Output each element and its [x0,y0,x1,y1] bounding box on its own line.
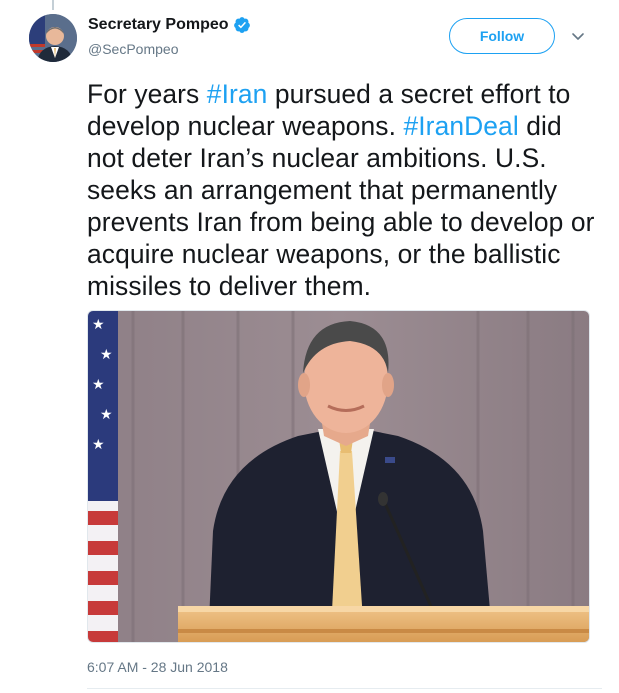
svg-text:★: ★ [92,317,105,333]
svg-text:★: ★ [92,377,105,393]
avatar[interactable] [29,14,77,62]
svg-text:★: ★ [100,347,113,363]
photo-illustration: ★ ★ ★ ★ ★ [88,311,589,642]
divider [87,688,602,689]
verified-badge-icon [233,17,250,33]
avatar-image [29,14,77,62]
tweet-text-segment: For years [87,79,207,109]
tweet-timestamp[interactable]: 6:07 AM - 28 Jun 2018 [87,659,228,675]
user-handle[interactable]: @SecPompeo [88,41,178,57]
tweet-text: For years #Iran pursued a secret effort … [87,78,602,302]
user-name-row[interactable]: Secretary Pompeo [88,16,251,34]
hashtag-link-irandeal[interactable]: #IranDeal [403,111,518,141]
svg-text:★: ★ [100,407,113,423]
chevron-down-icon[interactable] [570,28,586,44]
tweet-media-photo[interactable]: ★ ★ ★ ★ ★ [87,310,590,643]
hashtag-link-iran[interactable]: #Iran [207,79,268,109]
display-name[interactable]: Secretary Pompeo [88,16,229,34]
follow-button[interactable]: Follow [449,18,555,54]
thread-connector [52,0,54,10]
svg-text:★: ★ [92,437,105,453]
